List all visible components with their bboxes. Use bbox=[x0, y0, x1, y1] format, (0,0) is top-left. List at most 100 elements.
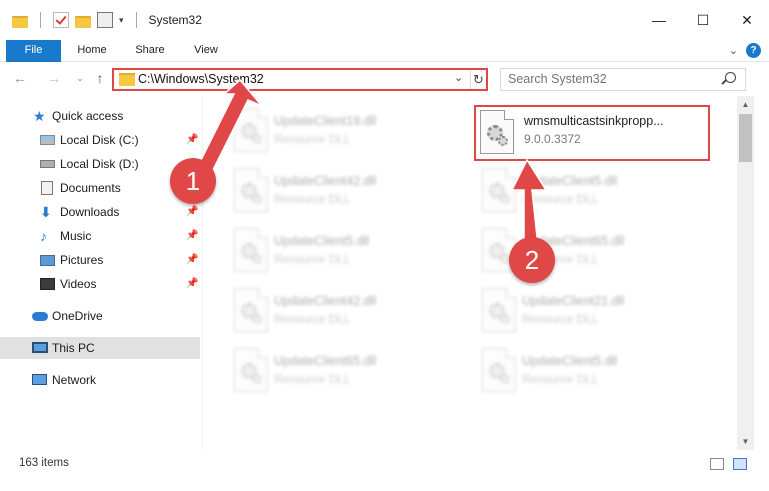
tab-home[interactable]: Home bbox=[70, 40, 114, 62]
up-arrow-icon[interactable]: ↑ bbox=[92, 70, 108, 86]
tiles-view-icon[interactable] bbox=[733, 458, 747, 470]
sidebar-item-music[interactable]: ♪ Music 📌 bbox=[0, 225, 200, 247]
file-tile[interactable]: UpdateClient21.dll Resource DLL bbox=[474, 282, 714, 338]
window-title: System32 bbox=[148, 13, 202, 27]
scroll-down-icon[interactable]: ▼ bbox=[737, 433, 754, 450]
sidebar-item-pictures[interactable]: Pictures 📌 bbox=[0, 249, 200, 271]
pin-icon[interactable]: 📌 bbox=[186, 230, 198, 241]
dll-file-icon bbox=[482, 348, 516, 392]
star-icon: ★ bbox=[33, 108, 46, 124]
maximize-button[interactable]: ☐ bbox=[681, 0, 725, 40]
sidebar-item-label: Local Disk (C:) bbox=[60, 133, 139, 147]
sidebar-item-local-disk-d[interactable]: Local Disk (D:) bbox=[0, 153, 200, 175]
folder-icon bbox=[119, 73, 135, 86]
search-input[interactable] bbox=[508, 72, 708, 86]
file-tile[interactable]: UpdateClient42.dll Resource DLL bbox=[226, 162, 466, 218]
sidebar-item-label: This PC bbox=[52, 341, 95, 355]
step-1-badge: 1 bbox=[170, 158, 216, 204]
dll-file-icon bbox=[234, 288, 268, 332]
scroll-thumb[interactable] bbox=[739, 114, 752, 162]
file-name: UpdateClient5.dll bbox=[522, 354, 618, 368]
dll-file-icon bbox=[234, 228, 268, 272]
search-box[interactable] bbox=[500, 68, 746, 91]
divider bbox=[40, 12, 41, 28]
pin-icon[interactable]: 📌 bbox=[186, 134, 198, 145]
tab-share[interactable]: Share bbox=[128, 40, 172, 62]
drive-icon bbox=[40, 135, 55, 145]
scroll-up-icon[interactable]: ▲ bbox=[737, 96, 754, 113]
file-tile[interactable]: UpdateClient42.dll Resource DLL bbox=[226, 282, 466, 338]
documents-icon bbox=[41, 181, 53, 195]
file-tile[interactable]: UpdateClient19.dll Resource DLL bbox=[226, 102, 466, 158]
sidebar-item-label: Downloads bbox=[60, 205, 120, 219]
folder-icon[interactable] bbox=[12, 15, 28, 28]
sidebar-item-quick-access[interactable]: ★ Quick access bbox=[0, 105, 200, 127]
drive-icon bbox=[40, 160, 55, 168]
status-bar: 163 items bbox=[0, 450, 769, 491]
onedrive-icon bbox=[32, 312, 48, 321]
navigation-pane: ★ Quick access Local Disk (C:) 📌 Local D… bbox=[0, 96, 203, 450]
item-count: 163 items bbox=[19, 457, 69, 469]
properties-check-icon[interactable] bbox=[53, 12, 69, 28]
dll-file-icon bbox=[480, 110, 514, 154]
window-controls: — ☐ ✕ bbox=[637, 0, 769, 40]
file-tile[interactable]: UpdateClient5.dll Resource DLL bbox=[474, 342, 714, 398]
pictures-icon bbox=[40, 255, 55, 266]
sidebar-item-network[interactable]: Network bbox=[0, 369, 200, 391]
step-2-badge: 2 bbox=[509, 237, 555, 283]
sidebar-item-downloads[interactable]: ⬇ Downloads 📌 bbox=[0, 201, 200, 223]
forward-arrow-icon[interactable]: → bbox=[46, 70, 62, 86]
download-icon: ⬇ bbox=[40, 204, 52, 220]
file-tile[interactable]: UpdateClient5.dll Resource DLL bbox=[474, 162, 714, 218]
dll-file-icon bbox=[234, 108, 268, 152]
details-view-icon[interactable] bbox=[710, 458, 724, 470]
help-icon[interactable]: ? bbox=[746, 43, 761, 58]
sidebar-item-label: Network bbox=[52, 373, 97, 387]
close-button[interactable]: ✕ bbox=[725, 0, 769, 40]
file-name: UpdateClient65.dll bbox=[274, 354, 377, 368]
pin-icon[interactable]: 📌 bbox=[186, 254, 198, 265]
sidebar-item-label: Music bbox=[60, 229, 92, 243]
tab-file[interactable]: File bbox=[6, 40, 61, 62]
dll-file-icon bbox=[482, 288, 516, 332]
network-icon bbox=[32, 374, 47, 385]
back-arrow-icon[interactable]: ← bbox=[12, 70, 28, 86]
search-icon[interactable] bbox=[725, 72, 736, 83]
sidebar-item-label: Quick access bbox=[52, 109, 124, 123]
pin-icon[interactable]: 📌 bbox=[186, 206, 198, 217]
file-list: UpdateClient19.dll Resource DLL UpdateCl… bbox=[204, 96, 737, 450]
chevron-down-icon[interactable]: ⌄ bbox=[454, 71, 463, 84]
ribbon-right-controls: ⌄ ? bbox=[729, 43, 761, 58]
tab-view[interactable]: View bbox=[184, 40, 228, 62]
chevron-down-icon[interactable]: ▾ bbox=[119, 15, 124, 26]
sidebar-item-onedrive[interactable]: OneDrive bbox=[0, 305, 200, 327]
file-tile[interactable]: UpdateClient65.dll Resource DLL bbox=[226, 342, 466, 398]
file-detail: Resource DLL bbox=[274, 312, 351, 326]
videos-icon bbox=[40, 278, 55, 290]
quick-access-toolbar: ▾ System32 bbox=[0, 12, 202, 28]
file-detail: Resource DLL bbox=[522, 192, 599, 206]
refresh-icon[interactable]: ↻ bbox=[470, 70, 486, 89]
title-bar: ▾ System32 — ☐ ✕ bbox=[0, 0, 769, 40]
file-tile[interactable]: UpdateClient5.dll Resource DLL bbox=[226, 222, 466, 278]
recent-locations-icon[interactable]: ⌄ bbox=[72, 70, 88, 86]
sidebar-item-local-disk-c[interactable]: Local Disk (C:) 📌 bbox=[0, 129, 200, 151]
file-name: UpdateClient21.dll bbox=[522, 294, 625, 308]
sidebar-item-label: Videos bbox=[60, 277, 97, 291]
vertical-scrollbar[interactable]: ▲ ▼ bbox=[737, 96, 754, 450]
address-bar[interactable]: C:\Windows\System32 ⌄ ↻ bbox=[112, 68, 488, 91]
file-name: UpdateClient19.dll bbox=[274, 114, 377, 128]
minimize-button[interactable]: — bbox=[637, 0, 681, 40]
sidebar-item-videos[interactable]: Videos 📌 bbox=[0, 273, 200, 295]
divider bbox=[135, 12, 137, 28]
sidebar-item-this-pc[interactable]: This PC bbox=[0, 337, 200, 359]
highlighted-file-tile[interactable]: wmsmulticastsinkpropp... 9.0.0.3372 bbox=[474, 105, 710, 161]
pin-icon[interactable]: 📌 bbox=[186, 278, 198, 289]
file-detail: Resource DLL bbox=[274, 192, 351, 206]
customize-toolbar-icon[interactable] bbox=[97, 12, 113, 28]
expand-ribbon-icon[interactable]: ⌄ bbox=[729, 44, 738, 57]
file-detail: Resource DLL bbox=[522, 312, 599, 326]
file-name: UpdateClient5.dll bbox=[522, 174, 618, 188]
address-path[interactable]: C:\Windows\System32 bbox=[138, 72, 264, 86]
new-folder-icon[interactable] bbox=[75, 15, 91, 28]
